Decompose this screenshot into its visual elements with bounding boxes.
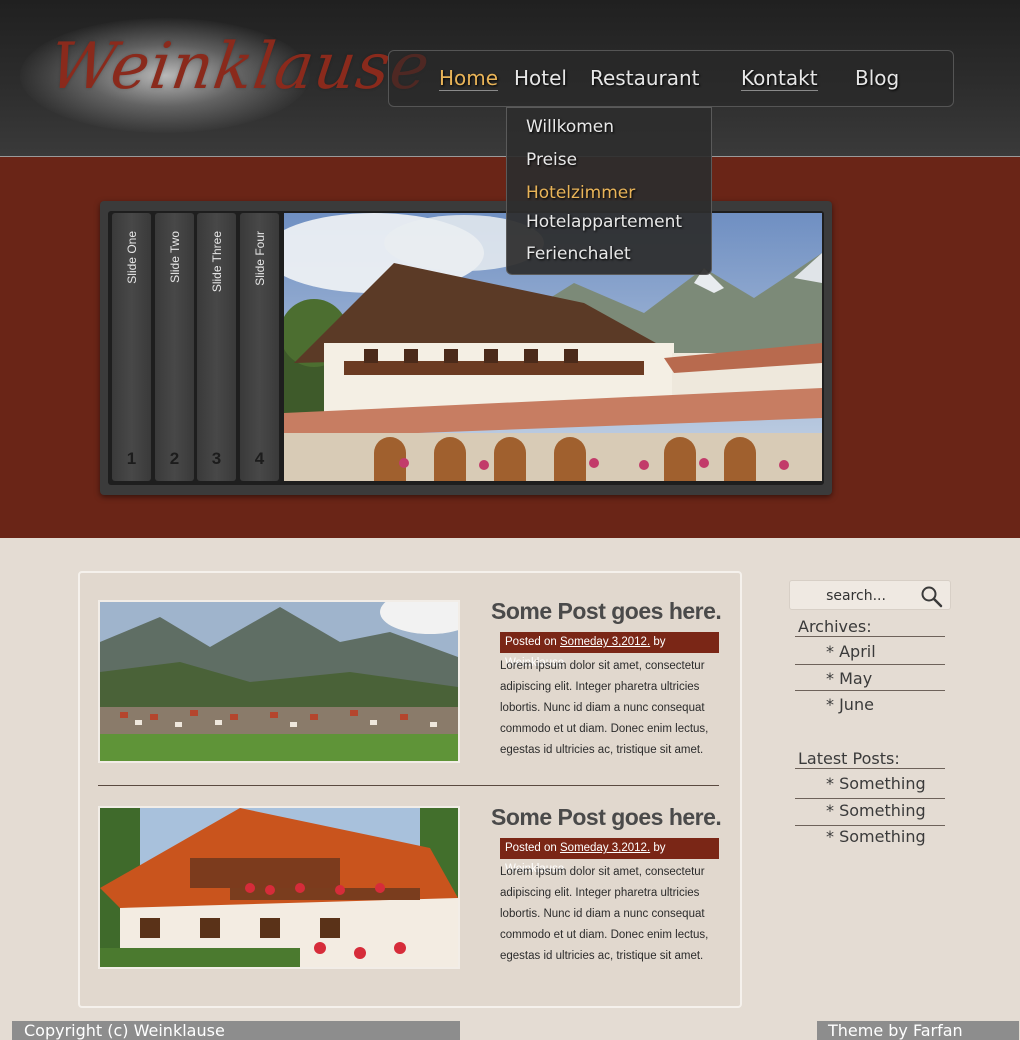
post-image-chalet[interactable] <box>98 806 460 969</box>
search-icon[interactable] <box>920 585 944 609</box>
slider-tab-label: Slide Four <box>252 231 267 286</box>
post-body: Lorem ipsum dolor sit amet, consectetur … <box>500 866 709 962</box>
post-title[interactable]: Some Post goes here. <box>491 598 722 625</box>
main-nav: Home Hotel Restaurant Kontakt Blog <box>388 50 954 107</box>
post-meta: Posted on Someday 3,2012. by Weinklause <box>500 838 719 875</box>
slider-tab-4[interactable]: Slide Four 4 <box>240 213 279 481</box>
post-image-village[interactable] <box>98 600 460 763</box>
nav-home[interactable]: Home <box>439 66 499 91</box>
post-meta-prefix: Posted on <box>505 636 557 648</box>
divider <box>795 690 945 691</box>
nav-blog[interactable]: Blog <box>855 66 899 90</box>
nav-hotel[interactable]: Hotel <box>514 66 567 90</box>
slider-tab-number: 3 <box>211 449 222 468</box>
footer-copyright: Copyright (c) Weinklause <box>24 1021 225 1040</box>
hotel-dropdown-menu: Willkomen Preise Hotelzimmer Hotelappart… <box>506 107 712 275</box>
nav-kontakt[interactable]: Kontakt <box>741 66 818 91</box>
nav-restaurant[interactable]: Restaurant <box>590 66 700 90</box>
divider <box>795 664 945 665</box>
footer-copyright-bar: Copyright (c) Weinklause <box>12 1021 460 1040</box>
latest-post-link[interactable]: * Something <box>826 827 926 846</box>
slider-tab-number: 4 <box>254 449 265 468</box>
slider-tab-label: Slide Two <box>167 231 182 283</box>
footer-theme-credit[interactable]: Theme by Farfan <box>828 1021 963 1040</box>
search-input[interactable] <box>800 586 912 606</box>
site-logo[interactable]: Weinklause <box>45 30 435 104</box>
menu-item-ferienchalet[interactable]: Ferienchalet <box>526 244 631 264</box>
post-meta: Posted on Someday 3,2012. by Weinklause <box>500 632 719 669</box>
slider-tab-1[interactable]: Slide One 1 <box>112 213 151 481</box>
slider-tab-label: Slide Three <box>209 231 224 293</box>
menu-item-willkomen[interactable]: Willkomen <box>526 117 614 137</box>
archive-link-may[interactable]: * May <box>826 669 872 688</box>
post-meta-prefix: Posted on <box>505 842 557 854</box>
latest-post-link[interactable]: * Something <box>826 801 926 820</box>
divider <box>795 798 945 799</box>
search-box <box>789 580 951 610</box>
slider-tab-label: Slide One <box>124 231 139 284</box>
post-divider <box>98 785 719 786</box>
divider <box>795 636 945 637</box>
slider-tab-2[interactable]: Slide Two 2 <box>155 213 194 481</box>
menu-item-preise[interactable]: Preise <box>526 150 577 170</box>
footer-theme-bar: Theme by Farfan <box>817 1021 1019 1040</box>
post-date-link[interactable]: Someday 3,2012. <box>560 842 650 854</box>
post-date-link[interactable]: Someday 3,2012. <box>560 636 650 648</box>
post-body: Lorem ipsum dolor sit amet, consectetur … <box>500 660 709 756</box>
latest-post-link[interactable]: * Something <box>826 774 926 793</box>
divider <box>795 825 945 826</box>
menu-item-hotelappartement[interactable]: Hotelappartement <box>526 212 682 232</box>
archive-link-april[interactable]: * April <box>826 642 876 661</box>
menu-item-hotelzimmer[interactable]: Hotelzimmer <box>526 183 635 203</box>
slider-tab-number: 2 <box>169 449 180 468</box>
archives-heading: Archives: <box>798 617 872 636</box>
divider <box>795 768 945 769</box>
archive-link-june[interactable]: * June <box>826 695 874 714</box>
slider-tab-number: 1 <box>126 449 137 468</box>
latest-posts-heading: Latest Posts: <box>798 749 900 768</box>
post-title[interactable]: Some Post goes here. <box>491 804 722 831</box>
slider-tab-3[interactable]: Slide Three 3 <box>197 213 236 481</box>
